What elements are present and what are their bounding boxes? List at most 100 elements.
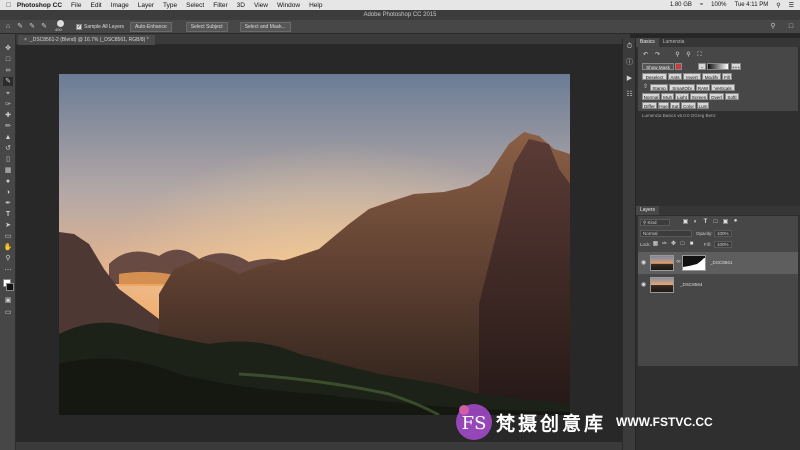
layer-row[interactable]: ◉ ∞ _DSC8561	[638, 252, 798, 274]
screen-blend-button[interactable]: Screen	[690, 93, 708, 100]
normal-blend-button[interactable]: Normal	[642, 93, 660, 100]
stamp-arrow-icon[interactable]: ⇧	[642, 84, 649, 91]
invert-button[interactable]: Invert	[683, 73, 701, 80]
marquee-tool-icon[interactable]: □	[3, 55, 13, 64]
menu-filter[interactable]: Filter	[213, 2, 227, 9]
difference-blend-button[interactable]: Differ	[642, 102, 657, 109]
filter-adjustment-icon[interactable]: ◐	[692, 219, 699, 226]
luminosity-blend-button[interactable]: Lum	[697, 102, 709, 109]
hand-tool-icon[interactable]: ✋	[3, 243, 13, 252]
lock-position-icon[interactable]: ✥	[670, 241, 677, 248]
raw-button[interactable]: RAW	[696, 84, 710, 91]
lock-artboard-icon[interactable]: □	[679, 241, 686, 248]
history-icon[interactable]: ⏱	[625, 42, 634, 51]
clock[interactable]: Tue 4:11 PM	[735, 2, 769, 8]
eraser-tool-icon[interactable]: ▯	[3, 155, 13, 164]
document-canvas-image[interactable]	[59, 74, 570, 415]
menu-app-name[interactable]: Photoshop CC	[17, 2, 62, 9]
auto-enhance-checkbox[interactable]: Auto-Enhance	[130, 21, 172, 32]
eye-icon[interactable]: ◉	[641, 260, 647, 266]
menu-window[interactable]: Window	[277, 2, 300, 9]
layer-row[interactable]: ◉ _DSC8564	[638, 274, 798, 296]
menu-type[interactable]: Type	[163, 2, 177, 9]
menu-view[interactable]: View	[254, 2, 268, 9]
history-brush-tool-icon[interactable]: ↺	[3, 144, 13, 153]
opacity-field[interactable]: 100%	[714, 230, 732, 237]
sample-all-layers-checkbox[interactable]: ✓	[76, 23, 82, 30]
home-icon[interactable]: ⌂	[4, 23, 12, 31]
layer-filter-kind[interactable]: ⚲ Kind	[640, 219, 670, 226]
properties-icon[interactable]: ☷	[625, 90, 634, 99]
show-mask-color-swatch[interactable]	[675, 63, 682, 70]
filter-shape-icon[interactable]: □	[712, 219, 719, 226]
battery-status[interactable]: 100%	[711, 2, 726, 8]
close-icon[interactable]: ×	[24, 37, 27, 43]
menu-select[interactable]: Select	[186, 2, 204, 9]
zoom-in-icon[interactable]: ⚲	[674, 52, 681, 59]
color-blend-button[interactable]: Color	[681, 102, 696, 109]
quick-selection-icon[interactable]: ✎	[16, 23, 24, 31]
modify-button[interactable]: Modify	[702, 73, 721, 80]
subtract-selection-icon[interactable]: ✎	[40, 23, 48, 31]
crop-tool-icon[interactable]: ⌖	[3, 89, 13, 98]
smartobj-button[interactable]: SmartObj	[669, 84, 695, 91]
play-icon[interactable]: ▶	[625, 74, 634, 83]
filter-toggle-icon[interactable]: ●	[732, 218, 739, 225]
light-blend-button[interactable]: Light	[675, 93, 689, 100]
menu-image[interactable]: Image	[111, 2, 129, 9]
dodge-tool-icon[interactable]: ◑	[3, 188, 13, 197]
menu-layer[interactable]: Layer	[138, 2, 154, 9]
softlight-blend-button[interactable]: Softl	[725, 93, 739, 100]
filter-type-icon[interactable]: T	[702, 219, 709, 226]
move-tool-icon[interactable]: ✥	[3, 44, 13, 53]
type-tool-icon[interactable]: T	[3, 210, 13, 219]
fill-button[interactable]: Fill	[722, 73, 732, 80]
info-icon[interactable]: ⓘ	[625, 58, 634, 67]
menu-edit[interactable]: Edit	[91, 2, 102, 9]
clone-stamp-tool-icon[interactable]: ▲	[3, 133, 13, 142]
zoom-tool-icon[interactable]: ⚲	[3, 254, 13, 263]
spotlight-icon[interactable]: ⚲	[776, 2, 780, 9]
minus-button[interactable]: –	[698, 63, 706, 70]
background-color-swatch[interactable]	[6, 283, 14, 291]
search-icon[interactable]: ⚲	[769, 23, 777, 31]
select-subject-button[interactable]: Select Subject	[185, 21, 228, 32]
overlay-blend-button[interactable]: Overl	[709, 93, 724, 100]
lock-transparent-icon[interactable]: ▦	[652, 241, 659, 248]
tone-gradient-swatch[interactable]	[707, 63, 729, 70]
undo-icon[interactable]: ↶	[642, 52, 649, 59]
layer-mask-thumbnail[interactable]	[682, 255, 706, 271]
filter-pixel-icon[interactable]: ▣	[682, 219, 689, 226]
menu-help[interactable]: Help	[309, 2, 322, 9]
eyedropper-tool-icon[interactable]: ✑	[3, 100, 13, 109]
zoom-out-icon[interactable]: ⚲	[685, 52, 692, 59]
quick-selection-tool-icon[interactable]: ✎	[3, 77, 13, 86]
workspace-icon[interactable]: □	[787, 23, 795, 31]
blur-tool-icon[interactable]: ●	[3, 177, 13, 186]
deselect-button[interactable]: Deselect	[642, 73, 667, 80]
tab-basics[interactable]: Basics	[636, 38, 659, 47]
quick-mask-icon[interactable]: ▣	[3, 296, 13, 305]
healing-brush-tool-icon[interactable]: ✚	[3, 111, 13, 120]
eye-icon[interactable]: ◉	[641, 282, 647, 288]
edit-toolbar-icon[interactable]: ⋯	[3, 266, 13, 275]
select-and-mask-button[interactable]: Select and Mask...	[239, 21, 291, 32]
hue-blend-button[interactable]: Hue	[658, 102, 669, 109]
document-tab[interactable]: × _DSC8561-2 (Blend) @ 16.7% (_DSC8561, R…	[18, 35, 155, 45]
saturation-blend-button[interactable]: Sat	[670, 102, 680, 109]
add-selection-icon[interactable]: ✎	[28, 23, 36, 31]
lock-pixels-icon[interactable]: ✑	[661, 241, 668, 248]
menu-file[interactable]: File	[71, 2, 81, 9]
brush-size-picker[interactable]: 400	[54, 20, 68, 33]
link-icon[interactable]: ∞	[675, 259, 682, 266]
redo-icon[interactable]: ↷	[654, 52, 661, 59]
show-mask-button[interactable]: Show Mask	[642, 63, 674, 70]
lasso-tool-icon[interactable]: ∞	[3, 66, 13, 75]
tab-layers[interactable]: Layers	[636, 206, 660, 215]
stamp-button[interactable]: Stamp	[650, 84, 668, 91]
pen-tool-icon[interactable]: ✒	[3, 199, 13, 208]
verticals-button[interactable]: Verticals	[711, 84, 735, 91]
brush-tool-icon[interactable]: ✏	[3, 122, 13, 131]
tab-lumenzia[interactable]: Lumenzia	[659, 38, 689, 47]
plus-button[interactable]: +++	[731, 63, 741, 70]
